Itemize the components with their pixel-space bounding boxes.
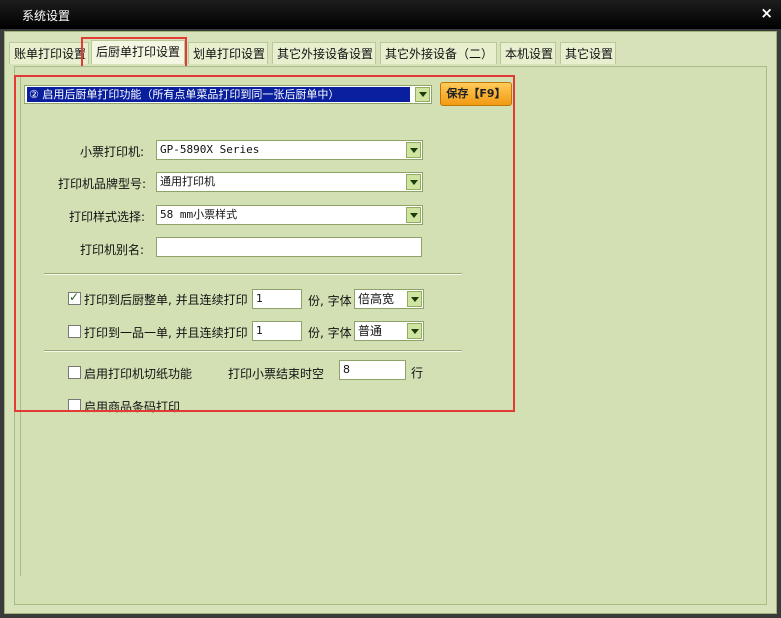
tab-local-settings[interactable]: 本机设置	[500, 42, 556, 64]
settings-highlight-box	[14, 75, 515, 412]
tab-external-devices[interactable]: 其它外接设备设置	[272, 42, 376, 64]
close-icon[interactable]: ×	[760, 4, 773, 22]
tab-bill-print[interactable]: 账单打印设置	[9, 42, 89, 64]
window-title: 系统设置	[22, 9, 71, 23]
tab-highlight-box	[81, 37, 187, 68]
tab-strike-print[interactable]: 划单打印设置	[188, 42, 268, 64]
settings-window: 系统设置 × 账单打印设置 后厨单打印设置 划单打印设置 其它外接设备设置 其它…	[0, 0, 781, 618]
title-bar: 系统设置 ×	[0, 0, 781, 29]
tab-external-devices-2[interactable]: 其它外接设备（二）	[380, 42, 497, 64]
tab-other-settings[interactable]: 其它设置	[560, 42, 616, 64]
